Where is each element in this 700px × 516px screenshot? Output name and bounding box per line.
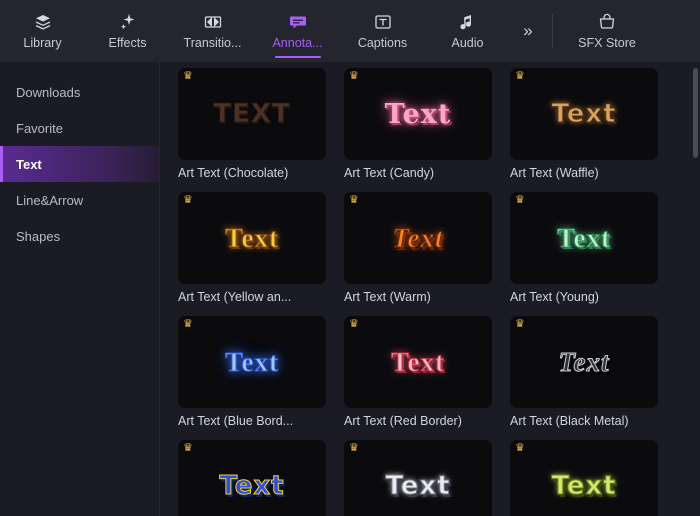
more-tabs-button[interactable]: » <box>510 0 546 62</box>
list-item: ♛ Text Art Text (Yellow an... <box>178 192 326 304</box>
preset-caption: Art Text (Red Border) <box>344 414 462 428</box>
preset-sample-text: Text <box>385 471 451 501</box>
preset-caption: Art Text (Waffle) <box>510 166 599 180</box>
text-preset-grid-container: ♛ TEXT Art Text (Chocolate) ♛ Text Art T… <box>160 62 700 516</box>
pro-crown-icon: ♛ <box>183 442 193 454</box>
pro-crown-icon: ♛ <box>183 70 193 82</box>
pro-crown-icon: ♛ <box>183 318 193 330</box>
tab-transitions-label: Transitio... <box>183 36 242 51</box>
preset-thumbnail[interactable]: ♛ Text <box>510 316 658 408</box>
preset-caption: Art Text (Young) <box>510 290 599 304</box>
annotation-text-browser: Library Effects Transitio... Annota... C… <box>0 0 700 516</box>
preset-thumbnail[interactable]: ♛ Text <box>510 192 658 284</box>
preset-caption: Art Text (Yellow an... <box>178 290 292 304</box>
caption-box-icon <box>373 12 393 32</box>
preset-thumbnail[interactable]: ♛ TEXT <box>178 68 326 160</box>
list-item: ♛ Text <box>510 440 658 516</box>
preset-thumbnail[interactable]: ♛ Text <box>344 440 492 516</box>
preset-sample-text: Text <box>556 222 611 253</box>
preset-sample-text: Text <box>224 222 279 253</box>
preset-thumbnail[interactable]: ♛ Text <box>344 316 492 408</box>
preset-thumbnail[interactable]: ♛ Text <box>178 316 326 408</box>
list-item: ♛ Text <box>178 440 326 516</box>
preset-thumbnail[interactable]: ♛ Text <box>178 192 326 284</box>
tab-sfx-store-label: SFX Store <box>578 36 636 51</box>
text-preset-grid: ♛ TEXT Art Text (Chocolate) ♛ Text Art T… <box>178 68 690 516</box>
library-stack-icon <box>33 12 53 32</box>
preset-sample-text: Text <box>390 346 445 377</box>
pro-crown-icon: ♛ <box>515 194 525 206</box>
sidebar-item-label: Line&Arrow <box>16 192 84 208</box>
preset-caption: Art Text (Candy) <box>344 166 435 180</box>
preset-sample-text: Text <box>558 346 610 377</box>
preset-thumbnail[interactable]: ♛ Text <box>344 68 492 160</box>
list-item: ♛ Text Art Text (Black Metal) <box>510 316 658 428</box>
preset-caption: Art Text (Chocolate) <box>178 166 289 180</box>
list-item: ♛ TEXT Art Text (Chocolate) <box>178 68 326 180</box>
list-item: ♛ Text Art Text (Waffle) <box>510 68 658 180</box>
sidebar-item-line-and-arrow[interactable]: Line&Arrow <box>0 182 160 218</box>
tab-effects-label: Effects <box>108 36 147 51</box>
sidebar-item-label: Favorite <box>16 120 63 136</box>
sidebar-item-text[interactable]: Text <box>0 146 160 182</box>
list-item: ♛ Text Art Text (Young) <box>510 192 658 304</box>
list-item: ♛ Text Art Text (Candy) <box>344 68 492 180</box>
tab-transitions[interactable]: Transitio... <box>170 0 255 62</box>
tab-audio[interactable]: Audio <box>425 0 510 62</box>
pro-crown-icon: ♛ <box>183 194 193 206</box>
sparkle-icon <box>118 12 138 32</box>
pro-crown-icon: ♛ <box>349 442 359 454</box>
tab-captions[interactable]: Captions <box>340 0 425 62</box>
sidebar-item-label: Downloads <box>16 84 81 100</box>
pro-crown-icon: ♛ <box>349 318 359 330</box>
list-item: ♛ Text Art Text (Red Border) <box>344 316 492 428</box>
tab-library-label: Library <box>23 36 62 51</box>
pro-crown-icon: ♛ <box>349 194 359 206</box>
tab-annotations[interactable]: Annota... <box>255 0 340 62</box>
pro-crown-icon: ♛ <box>515 318 525 330</box>
sidebar-item-shapes[interactable]: Shapes <box>0 218 160 254</box>
sfx-store-icon <box>597 12 617 32</box>
pro-crown-icon: ♛ <box>515 70 525 82</box>
pro-crown-icon: ♛ <box>349 70 359 82</box>
sidebar-item-favorite[interactable]: Favorite <box>0 110 160 146</box>
transition-icon <box>203 12 223 32</box>
preset-thumbnail[interactable]: ♛ Text <box>510 440 658 516</box>
scrollbar-thumb[interactable] <box>693 68 698 158</box>
preset-sample-text: TEXT <box>213 99 291 129</box>
tab-effects[interactable]: Effects <box>85 0 170 62</box>
preset-caption: Art Text (Black Metal) <box>510 414 629 428</box>
sidebar-item-downloads[interactable]: Downloads <box>0 74 160 110</box>
preset-thumbnail[interactable]: ♛ Text <box>510 68 658 160</box>
preset-sample-text: Text <box>384 98 452 130</box>
tab-library[interactable]: Library <box>0 0 85 62</box>
preset-caption: Art Text (Warm) <box>344 290 431 304</box>
pro-crown-icon: ♛ <box>515 442 525 454</box>
list-item: ♛ Text Art Text (Warm) <box>344 192 492 304</box>
tab-annotations-label: Annota... <box>272 36 323 51</box>
speech-bubble-icon <box>288 12 308 32</box>
preset-thumbnail[interactable]: ♛ Text <box>344 192 492 284</box>
preset-thumbnail[interactable]: ♛ Text <box>178 440 326 516</box>
toolbar-divider <box>552 14 553 48</box>
music-note-icon <box>458 12 478 32</box>
list-item: ♛ Text Art Text (Blue Bord... <box>178 316 326 428</box>
sidebar-item-label: Text <box>16 156 42 172</box>
top-toolbar: Library Effects Transitio... Annota... C… <box>0 0 700 62</box>
sidebar-item-label: Shapes <box>16 228 61 244</box>
preset-caption: Art Text (Blue Bord... <box>178 414 294 428</box>
panel-body: Downloads Favorite Text Line&Arrow Shape… <box>0 62 700 516</box>
preset-sample-text: Text <box>392 222 444 253</box>
category-sidebar: Downloads Favorite Text Line&Arrow Shape… <box>0 62 160 516</box>
preset-sample-text: Text <box>551 99 617 129</box>
tab-sfx-store[interactable]: SFX Store <box>561 0 653 62</box>
tab-audio-label: Audio <box>451 36 484 51</box>
preset-sample-text: Text <box>224 346 279 377</box>
tab-captions-label: Captions <box>357 36 408 51</box>
preset-sample-text: Text <box>219 471 285 501</box>
list-item: ♛ Text <box>344 440 492 516</box>
preset-sample-text: Text <box>551 471 617 501</box>
